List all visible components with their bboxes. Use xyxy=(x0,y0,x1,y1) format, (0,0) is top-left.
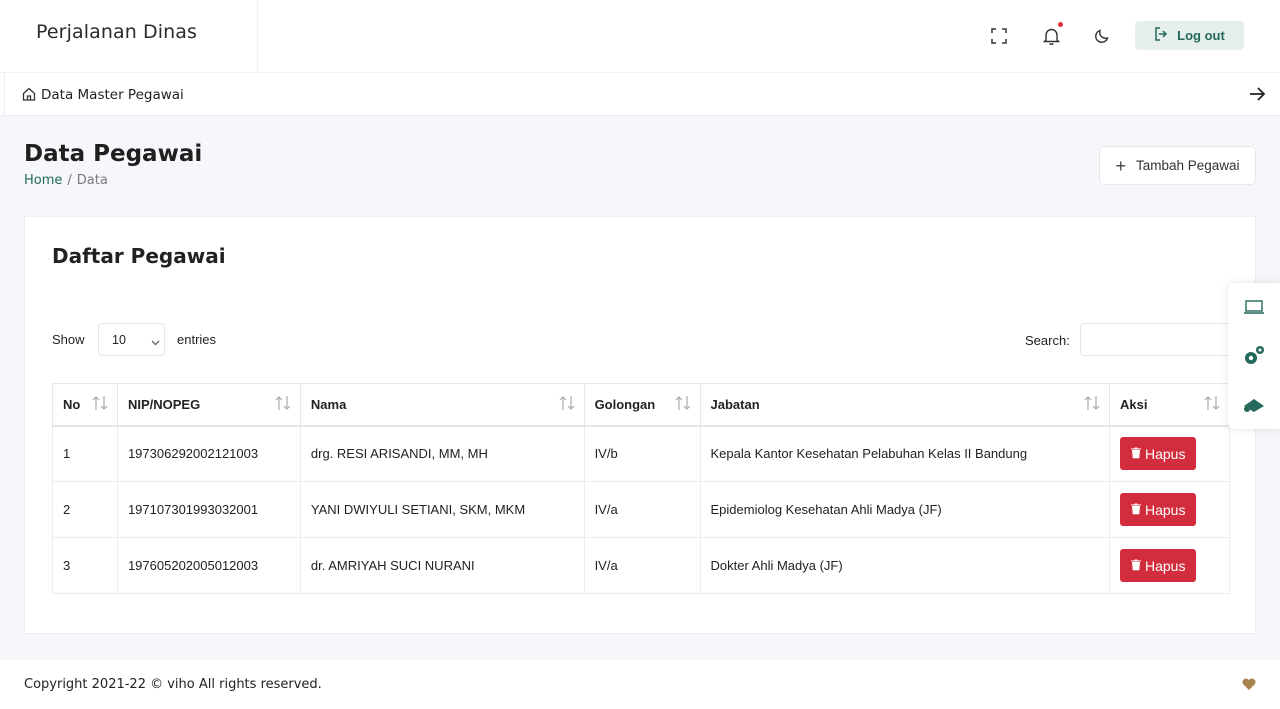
logout-icon xyxy=(1154,27,1169,44)
delete-button[interactable]: Hapus xyxy=(1119,437,1197,471)
cell-nama: dr. AMRIYAH SUCI NURANI xyxy=(299,537,585,594)
column-header-golongan[interactable]: Golongan xyxy=(583,383,701,427)
sort-icon xyxy=(674,395,692,414)
cell-nip: 197306292002121003 xyxy=(116,425,301,482)
show-label: Show xyxy=(52,332,85,347)
footer: Copyright 2021-22 © viho All rights rese… xyxy=(0,660,1280,709)
page-title: Data Pegawai xyxy=(24,141,203,167)
cell-aksi: Hapus xyxy=(1108,425,1231,482)
notification-dot xyxy=(1058,22,1063,27)
column-header-aksi[interactable]: Aksi xyxy=(1108,383,1231,427)
trash-icon xyxy=(1130,446,1141,462)
plus-icon: + xyxy=(1115,155,1126,176)
sort-icon xyxy=(274,395,292,414)
cell-golongan: IV/a xyxy=(583,537,701,594)
column-header-nama[interactable]: Nama xyxy=(299,383,585,427)
box-icon[interactable] xyxy=(1242,393,1266,417)
cell-nama: YANI DWIYULI SETIANI, SKM, MKM xyxy=(299,481,585,538)
table-row: 1 197306292002121003 drg. RESI ARISANDI,… xyxy=(52,425,1231,482)
trash-icon xyxy=(1130,502,1141,518)
app-title[interactable]: Perjalanan Dinas xyxy=(36,21,197,43)
breadcrumb-home-link[interactable]: Home xyxy=(24,173,62,188)
entries-label: entries xyxy=(177,332,217,347)
table-row: 2 197107301993032001 YANI DWIYULI SETIAN… xyxy=(52,481,1231,538)
home-icon xyxy=(22,87,36,106)
brand-area: Perjalanan Dinas xyxy=(0,0,258,72)
card-title: Daftar Pegawai xyxy=(52,244,226,268)
cell-no: 1 xyxy=(52,425,118,482)
search-label: Search: xyxy=(1025,333,1070,348)
logout-button[interactable]: Log out xyxy=(1135,21,1244,50)
add-employee-button[interactable]: + Tambah Pegawai xyxy=(1099,146,1256,185)
moon-icon[interactable] xyxy=(1092,26,1112,46)
logout-label: Log out xyxy=(1177,28,1225,43)
cell-nip: 197605202005012003 xyxy=(116,537,301,594)
sort-icon xyxy=(1083,395,1101,414)
cell-no: 3 xyxy=(52,537,118,594)
laptop-icon[interactable] xyxy=(1242,295,1266,319)
cell-jabatan: Epidemiolog Kesehatan Ahli Madya (JF) xyxy=(699,481,1110,538)
add-employee-label: Tambah Pegawai xyxy=(1135,158,1240,173)
cell-golongan: IV/b xyxy=(583,425,701,482)
delete-button[interactable]: Hapus xyxy=(1119,493,1197,526)
cell-nip: 197107301993032001 xyxy=(116,481,301,538)
entries-select[interactable]: 10 xyxy=(98,323,165,356)
column-header-no[interactable]: No xyxy=(52,383,118,427)
delete-button[interactable]: Hapus xyxy=(1119,549,1197,582)
cell-aksi: Hapus xyxy=(1108,537,1231,594)
entries-select-value: 10 xyxy=(112,333,126,347)
employee-table: No NIP/NOPEG Nama Golongan Jabatan Aksi … xyxy=(52,383,1231,594)
bell-icon[interactable] xyxy=(1041,22,1063,46)
arrow-right-icon[interactable] xyxy=(1247,84,1267,109)
chevron-down-icon xyxy=(151,335,160,349)
cell-nama: drg. RESI ARISANDI, MM, MH xyxy=(299,425,585,482)
delete-label: Hapus xyxy=(1144,557,1186,574)
fullscreen-icon[interactable] xyxy=(989,26,1009,46)
copyright-text: Copyright 2021-22 © viho All rights rese… xyxy=(24,677,322,692)
gears-icon[interactable] xyxy=(1242,344,1266,368)
cell-jabatan: Kepala Kantor Kesehatan Pelabuhan Kelas … xyxy=(699,425,1110,482)
column-header-nip[interactable]: NIP/NOPEG xyxy=(116,383,301,427)
top-header: Perjalanan Dinas Log out xyxy=(0,0,1280,72)
table-header-row: No NIP/NOPEG Nama Golongan Jabatan Aksi xyxy=(52,383,1231,427)
table-row: 3 197605202005012003 dr. AMRIYAH SUCI NU… xyxy=(52,537,1231,594)
breadcrumb-current: Data xyxy=(76,173,108,188)
column-header-jabatan[interactable]: Jabatan xyxy=(699,383,1110,427)
breadcrumb-separator: / xyxy=(67,173,72,188)
employee-card: Daftar Pegawai Show 10 entries Search: N… xyxy=(24,216,1256,634)
cell-aksi: Hapus xyxy=(1108,481,1231,538)
sort-icon xyxy=(1203,395,1221,414)
sort-icon xyxy=(91,395,109,414)
cell-golongan: IV/a xyxy=(583,481,701,538)
breadcrumb: Home / Data xyxy=(24,173,108,188)
delete-label: Hapus xyxy=(1144,445,1186,462)
customizer-panel xyxy=(1228,283,1280,429)
sort-icon xyxy=(558,395,576,414)
breadcrumb-bar: Data Master Pegawai xyxy=(0,72,1280,117)
delete-label: Hapus xyxy=(1144,501,1186,518)
heart-icon xyxy=(1242,677,1256,695)
trash-icon xyxy=(1130,558,1141,574)
cell-no: 2 xyxy=(52,481,118,538)
cell-jabatan: Dokter Ahli Madya (JF) xyxy=(699,537,1110,594)
breadcrumb-label: Data Master Pegawai xyxy=(41,87,184,103)
